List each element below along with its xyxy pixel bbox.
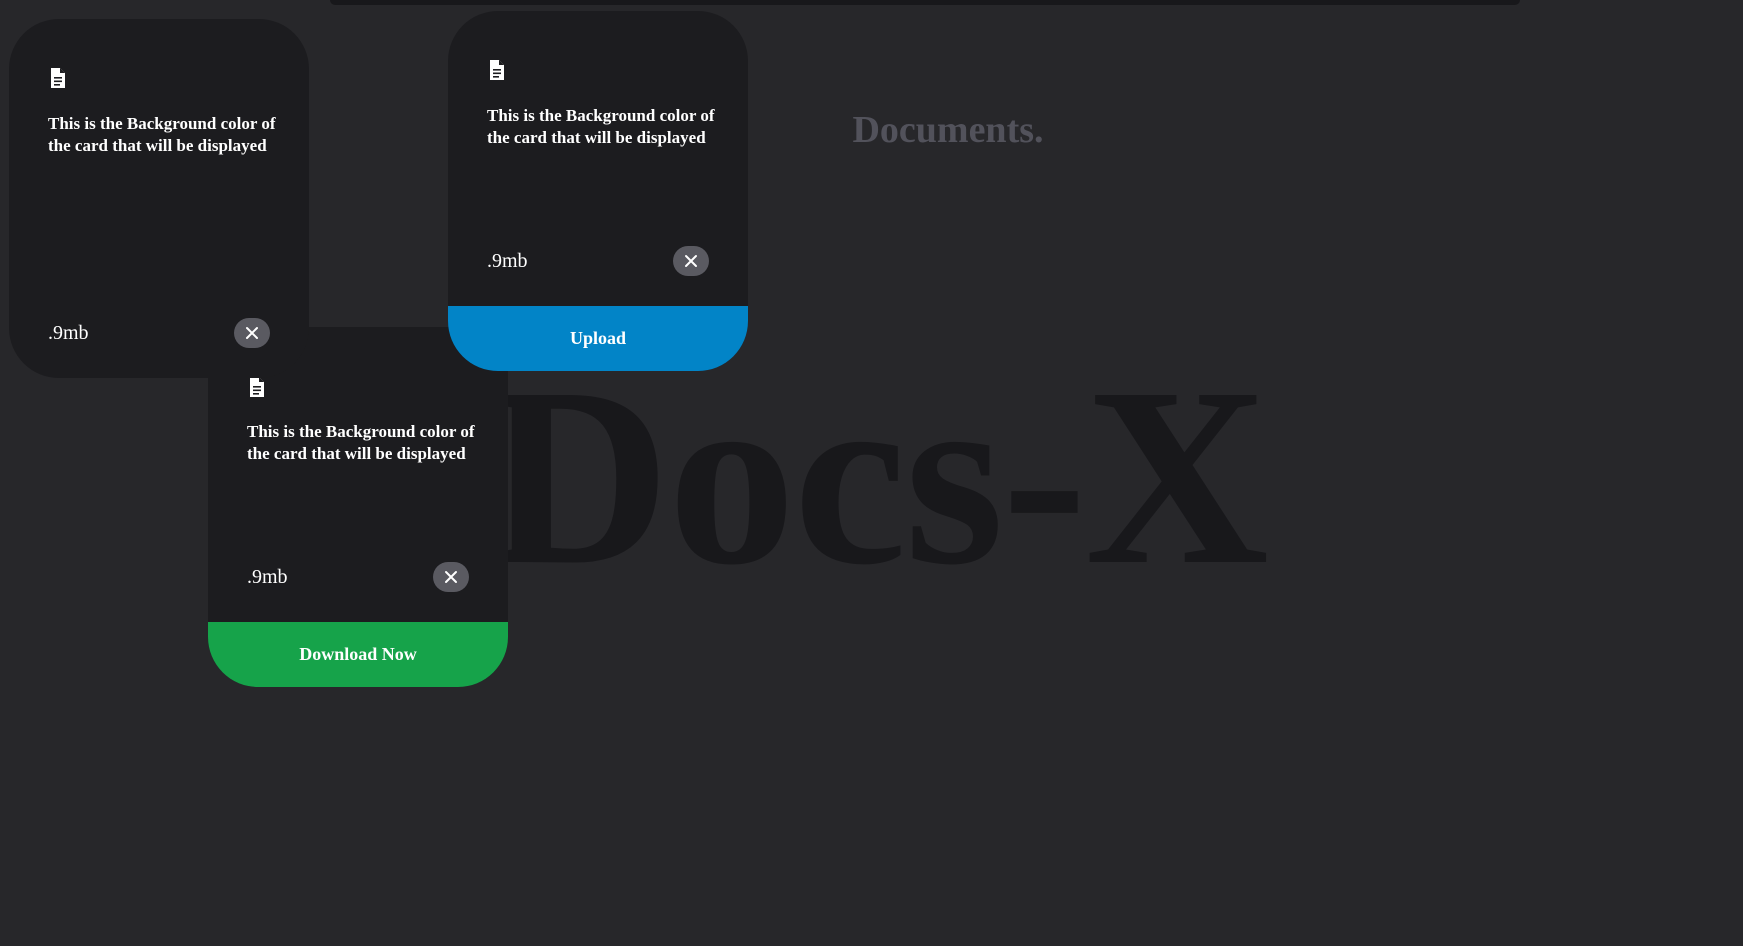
document-card: This is the Background color of the card… (9, 19, 309, 378)
upload-button[interactable]: Upload (448, 306, 748, 371)
close-button[interactable] (673, 246, 709, 276)
document-icon (49, 68, 67, 88)
card-description: This is the Background color of the card… (48, 114, 276, 155)
close-button[interactable] (234, 318, 270, 348)
close-icon (246, 327, 258, 339)
card-footer: .9mb (48, 315, 270, 351)
close-icon (445, 571, 457, 583)
document-card-upload: This is the Background color of the card… (448, 11, 748, 371)
file-size: .9mb (48, 321, 89, 344)
card-footer: .9mb (487, 243, 709, 279)
card-description: This is the Background color of the card… (487, 106, 715, 147)
card-footer: .9mb (247, 559, 469, 595)
document-icon (248, 377, 266, 397)
document-card-download: This is the Background color of the card… (208, 327, 508, 687)
file-size: .9mb (247, 565, 288, 588)
top-bar (330, 0, 1520, 5)
document-icon (488, 60, 506, 80)
close-icon (685, 255, 697, 267)
file-size: .9mb (487, 249, 528, 272)
close-button[interactable] (433, 562, 469, 592)
card-description: This is the Background color of the card… (247, 422, 475, 463)
download-now-button[interactable]: Download Now (208, 622, 508, 687)
